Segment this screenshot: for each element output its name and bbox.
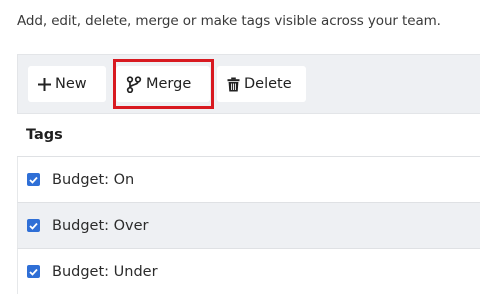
tags-column-header: Tags <box>17 114 480 157</box>
tags-header-label: Tags <box>26 127 63 143</box>
merge-branch-icon <box>126 75 142 93</box>
tag-row[interactable]: Budget: Under <box>17 249 480 294</box>
tag-label: Budget: Over <box>52 217 149 234</box>
tag-management-panel: Add, edit, delete, merge or make tags vi… <box>0 0 480 294</box>
merge-button[interactable]: Merge <box>116 66 210 102</box>
tag-label: Budget: Under <box>52 263 158 280</box>
tag-label: Budget: On <box>52 171 135 188</box>
page-description: Add, edit, delete, merge or make tags vi… <box>17 13 441 29</box>
checkbox-checked-icon[interactable] <box>27 219 40 232</box>
toolbar: New Merge Delete <box>17 54 480 114</box>
tag-row[interactable]: Budget: On <box>17 157 480 203</box>
checkbox-checked-icon[interactable] <box>27 173 40 186</box>
plus-icon <box>38 77 51 91</box>
delete-button-label: Delete <box>244 76 292 92</box>
trash-icon <box>227 77 240 92</box>
checkbox-checked-icon[interactable] <box>27 265 40 278</box>
delete-button[interactable]: Delete <box>217 66 306 102</box>
tag-row[interactable]: Budget: Over <box>17 203 480 249</box>
merge-button-label: Merge <box>146 76 192 92</box>
new-button[interactable]: New <box>28 66 106 102</box>
new-button-label: New <box>55 76 87 92</box>
